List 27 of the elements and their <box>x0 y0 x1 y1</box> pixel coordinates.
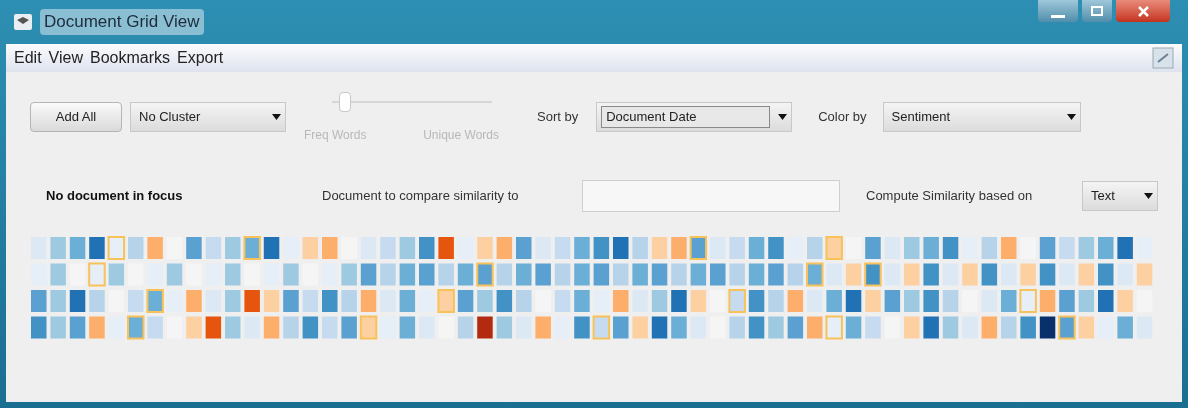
dropdown[interactable]: Document Date <box>596 102 793 132</box>
caret-icon <box>778 114 788 120</box>
minimize-button[interactable] <box>1038 0 1078 22</box>
menu-item[interactable]: Edit <box>14 46 42 70</box>
similarity-label: Compute Similarity based on <box>866 187 1034 206</box>
dropdown[interactable]: Sentiment <box>882 102 1081 132</box>
menu-item[interactable]: Bookmarks <box>89 46 170 70</box>
compare-label: Document to compare similarity to <box>322 187 520 206</box>
maximize-button[interactable] <box>1082 0 1112 22</box>
slider-thumb[interactable] <box>339 92 352 112</box>
focus-status: No document in focus <box>46 187 184 206</box>
caret-icon <box>1144 193 1153 199</box>
add-all-button[interactable]: Add All <box>30 102 122 132</box>
menu-item[interactable]: Export <box>177 46 224 70</box>
dropdown[interactable]: Text <box>1082 181 1158 211</box>
window-title: Document Grid View <box>40 9 204 35</box>
close-button[interactable] <box>1116 0 1170 22</box>
window-menu-icon[interactable] <box>1152 47 1174 69</box>
app-icon <box>14 14 32 30</box>
menu-item[interactable]: View <box>48 46 83 70</box>
sort-label: Sort by <box>537 108 579 127</box>
dropdown[interactable]: No Cluster <box>130 102 286 132</box>
compare-field[interactable] <box>582 180 840 212</box>
color-label: Color by <box>818 108 867 127</box>
caret-icon <box>272 114 281 120</box>
caret-icon <box>1066 114 1076 120</box>
close-icon <box>1137 5 1149 17</box>
